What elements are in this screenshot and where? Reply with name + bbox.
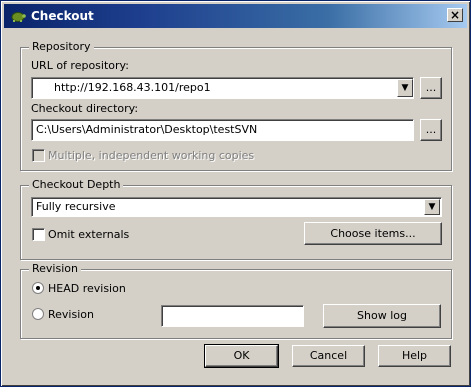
chevron-down-icon: ▼ xyxy=(401,83,409,93)
revision-label: Revision xyxy=(48,308,94,321)
radio-selected-dot xyxy=(36,286,40,290)
head-revision-radio[interactable] xyxy=(32,282,44,294)
omit-externals-label: Omit externals xyxy=(48,228,130,241)
depth-group-label: Checkout Depth xyxy=(29,178,124,191)
cancel-button[interactable]: Cancel xyxy=(292,345,365,367)
url-dropdown-button[interactable]: ▼ xyxy=(397,79,413,97)
checkout-dir-input[interactable]: C:\Users\Administrator\Desktop\testSVN xyxy=(31,119,414,141)
depth-select[interactable]: Fully recursive xyxy=(31,197,442,217)
help-button[interactable]: Help xyxy=(378,345,451,367)
chevron-down-icon: ▼ xyxy=(428,202,436,212)
revision-radio[interactable] xyxy=(32,308,44,320)
url-value: http://192.168.43.101/repo1 xyxy=(54,81,211,94)
revision-group-label: Revision xyxy=(29,262,81,275)
tortoise-icon xyxy=(11,12,26,22)
multiple-wc-checkbox[interactable] xyxy=(32,149,45,162)
url-combobox[interactable]: http://192.168.43.101/repo1 xyxy=(31,77,414,99)
ok-button[interactable]: OK xyxy=(204,344,279,368)
show-log-button[interactable]: Show log xyxy=(323,304,441,328)
depth-value: Fully recursive xyxy=(36,200,116,213)
choose-items-button[interactable]: Choose items... xyxy=(304,222,442,245)
multiple-wc-label: Multiple, independent working copies xyxy=(48,149,255,162)
head-revision-label: HEAD revision xyxy=(48,282,126,295)
close-button[interactable]: × xyxy=(447,8,463,22)
url-label: URL of repository: xyxy=(31,59,129,72)
checkout-dialog: Checkout × Repository URL of repository:… xyxy=(0,0,471,387)
url-browse-button[interactable]: ... xyxy=(420,77,442,99)
repository-group-label: Repository xyxy=(29,40,94,53)
depth-dropdown-button[interactable]: ▼ xyxy=(424,199,440,215)
close-icon: × xyxy=(449,8,461,22)
revision-input[interactable] xyxy=(161,305,304,327)
title-bar[interactable]: Checkout × xyxy=(4,4,467,28)
dir-label: Checkout directory: xyxy=(31,102,139,115)
window-title: Checkout xyxy=(31,9,94,23)
dir-browse-button[interactable]: ... xyxy=(420,119,442,141)
dir-value: C:\Users\Administrator\Desktop\testSVN xyxy=(36,123,258,136)
omit-externals-checkbox[interactable] xyxy=(32,228,45,241)
